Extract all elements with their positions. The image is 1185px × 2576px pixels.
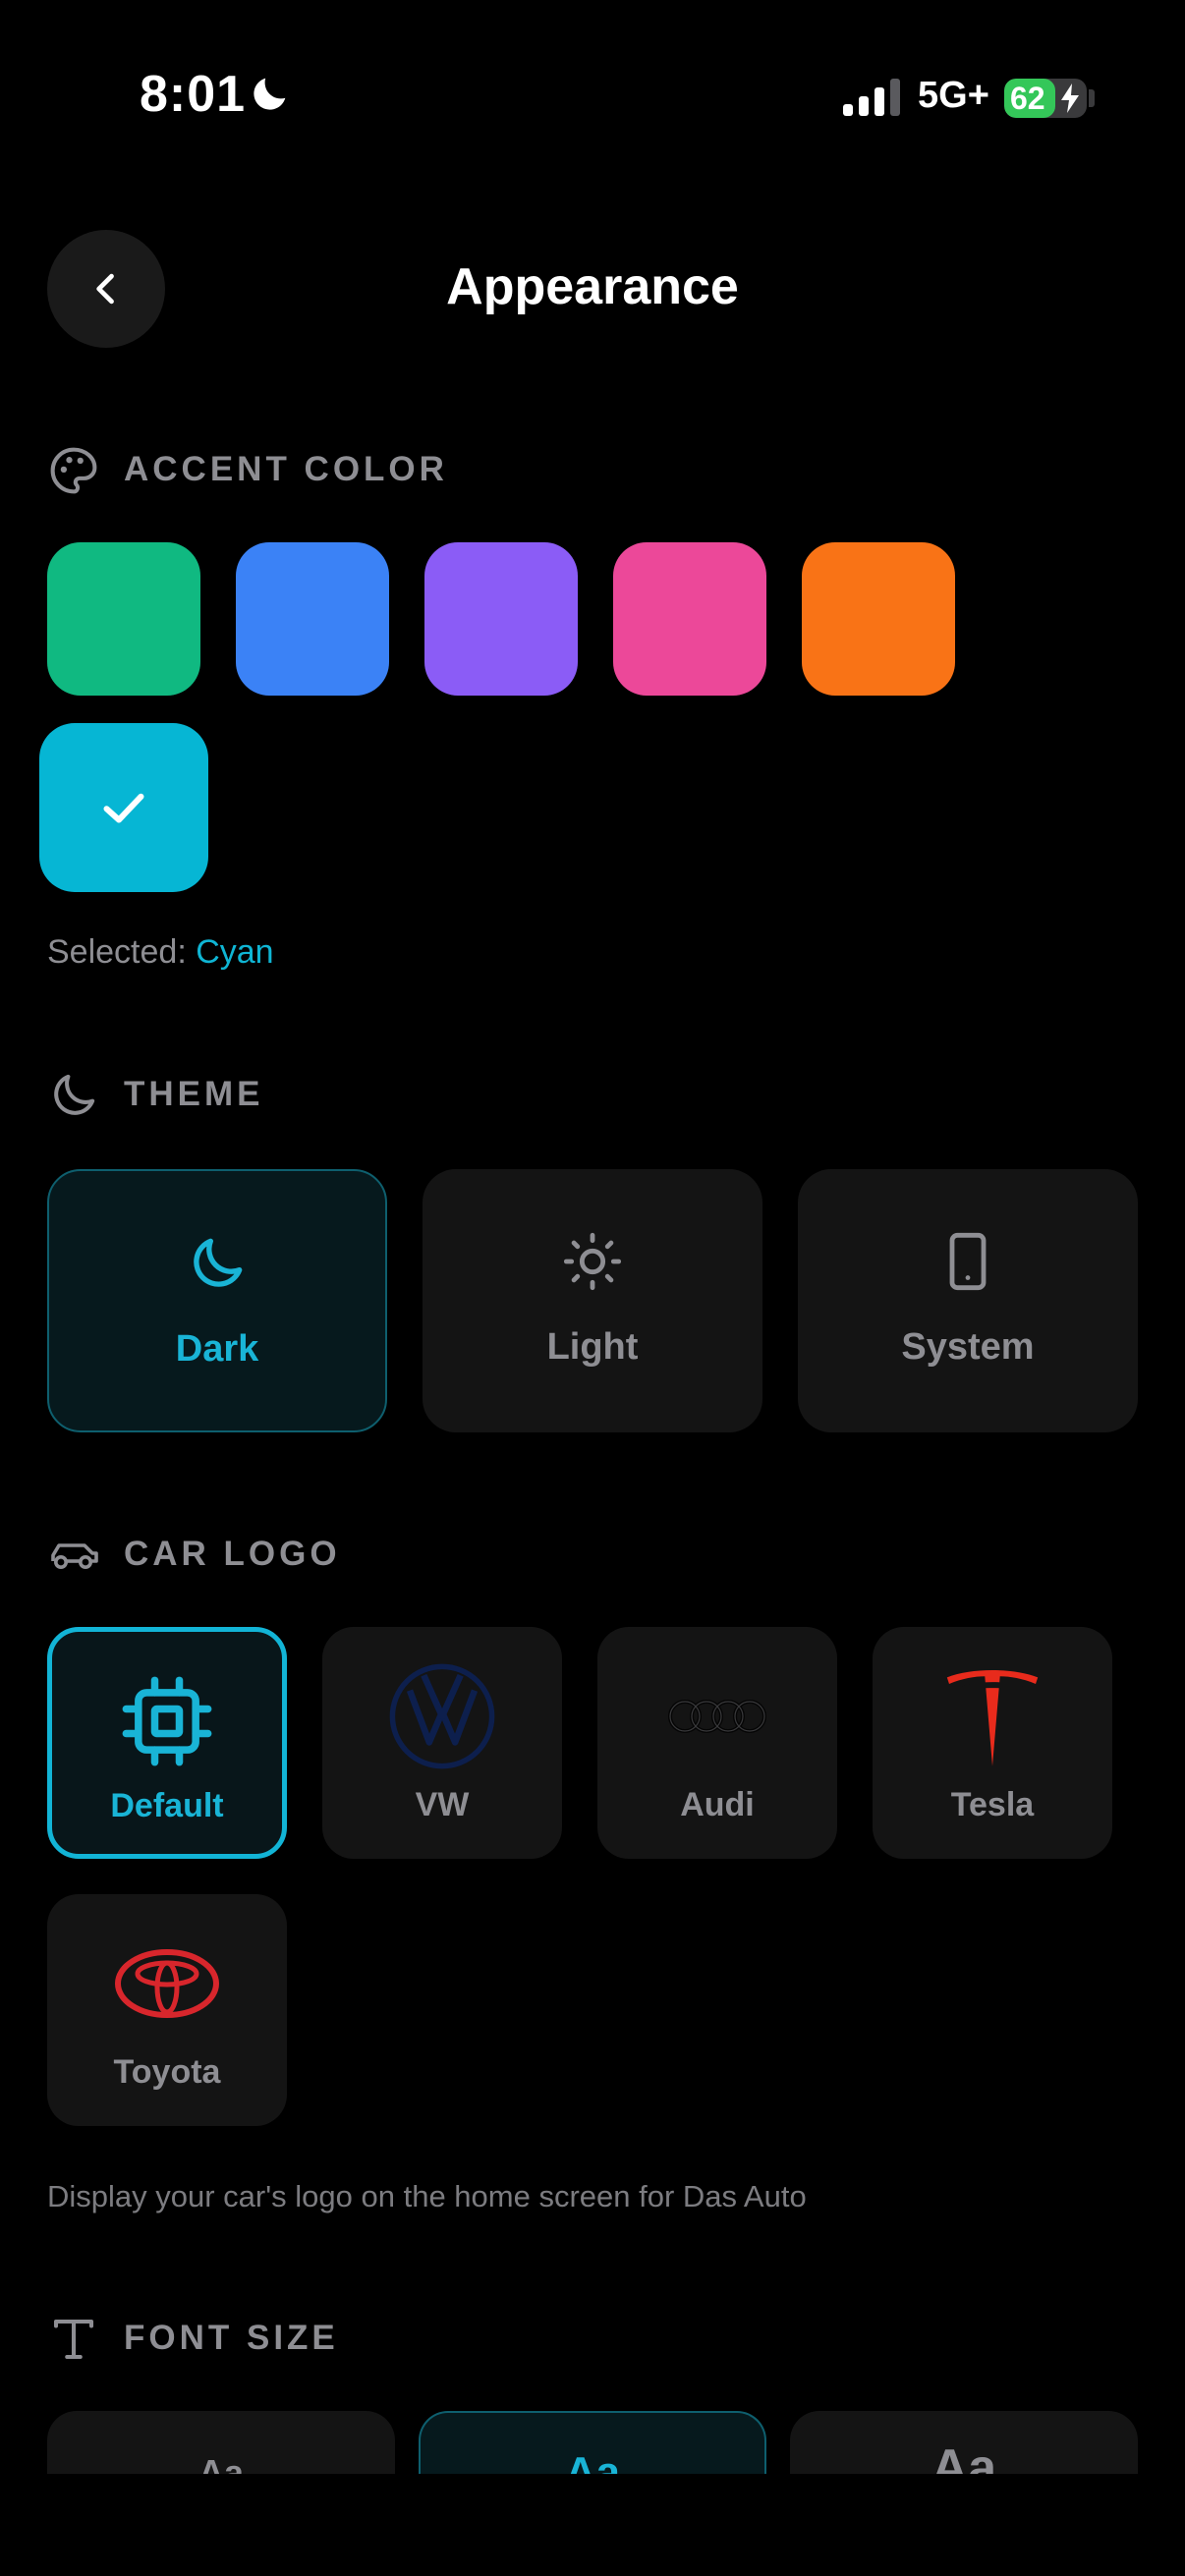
network-type: 5G+ (918, 75, 989, 116)
car-logo-description: Display your car's logo on the home scre… (47, 2179, 807, 2213)
checkmark-icon (103, 793, 144, 823)
battery-percent: 62 (1010, 81, 1045, 116)
accent-swatch-blue[interactable] (236, 542, 389, 696)
car-logo-label: VW (415, 1786, 470, 1823)
accent-swatch-pink[interactable] (613, 542, 766, 696)
bottom-safe-area (0, 2474, 1185, 2576)
signal-icon (843, 79, 900, 116)
text-icon (53, 2319, 94, 2360)
car-logo-option-toyota[interactable]: Toyota (47, 1894, 287, 2126)
do-not-disturb-moon-icon (254, 78, 286, 110)
theme-option-system[interactable]: System (798, 1169, 1138, 1432)
section-theme-title: THEME (124, 1075, 264, 1113)
vw-logo (389, 1663, 495, 1769)
car-logo-option-audi[interactable]: Audi (597, 1627, 837, 1859)
palette-icon (50, 447, 97, 494)
battery-icon: 62 (1004, 79, 1087, 118)
page-title: Appearance (446, 258, 739, 315)
theme-option-light[interactable]: Light (423, 1169, 762, 1432)
theme-option-dark[interactable]: Dark (47, 1169, 387, 1432)
theme-option-label: Dark (175, 1328, 259, 1370)
selected-accent-line: Selected: Cyan (47, 933, 274, 972)
theme-option-label: Light (546, 1326, 639, 1368)
selected-accent-value: Cyan (196, 933, 274, 971)
tesla-logo (946, 1669, 1039, 1766)
car-logo-label: Tesla (950, 1786, 1035, 1823)
bolt-icon (1061, 84, 1079, 113)
car-logo-option-tesla[interactable]: Tesla (873, 1627, 1112, 1859)
status-time: 8:01 (140, 66, 247, 123)
accent-swatch-purple[interactable] (424, 542, 578, 696)
battery-cap (1089, 89, 1095, 107)
section-accent-color-title: ACCENT COLOR (124, 450, 448, 488)
audi-logo (668, 1700, 766, 1733)
chip-icon (122, 1676, 212, 1766)
car-logo-label: Toyota (113, 2053, 221, 2091)
theme-option-label: System (901, 1326, 1035, 1368)
car-logo-option-vw[interactable]: VW (322, 1627, 562, 1859)
accent-swatch-cyan[interactable] (39, 723, 208, 892)
car-logo-label: Default (110, 1787, 224, 1824)
sun-icon (563, 1232, 622, 1291)
car-logo-option-default[interactable]: Default (47, 1627, 287, 1859)
car-icon (51, 1543, 98, 1569)
moon-icon (54, 1074, 95, 1115)
accent-swatch-green[interactable] (47, 542, 200, 696)
selected-accent-prefix: Selected: (47, 933, 187, 971)
toyota-logo (115, 1949, 219, 2018)
accent-swatch-orange[interactable] (802, 542, 955, 696)
section-car-logo-title: CAR LOGO (124, 1535, 341, 1573)
section-font-size-title: FONT SIZE (124, 2319, 339, 2357)
car-logo-label: Audi (680, 1786, 755, 1823)
moon-icon (194, 1238, 243, 1287)
phone-icon (949, 1232, 987, 1291)
